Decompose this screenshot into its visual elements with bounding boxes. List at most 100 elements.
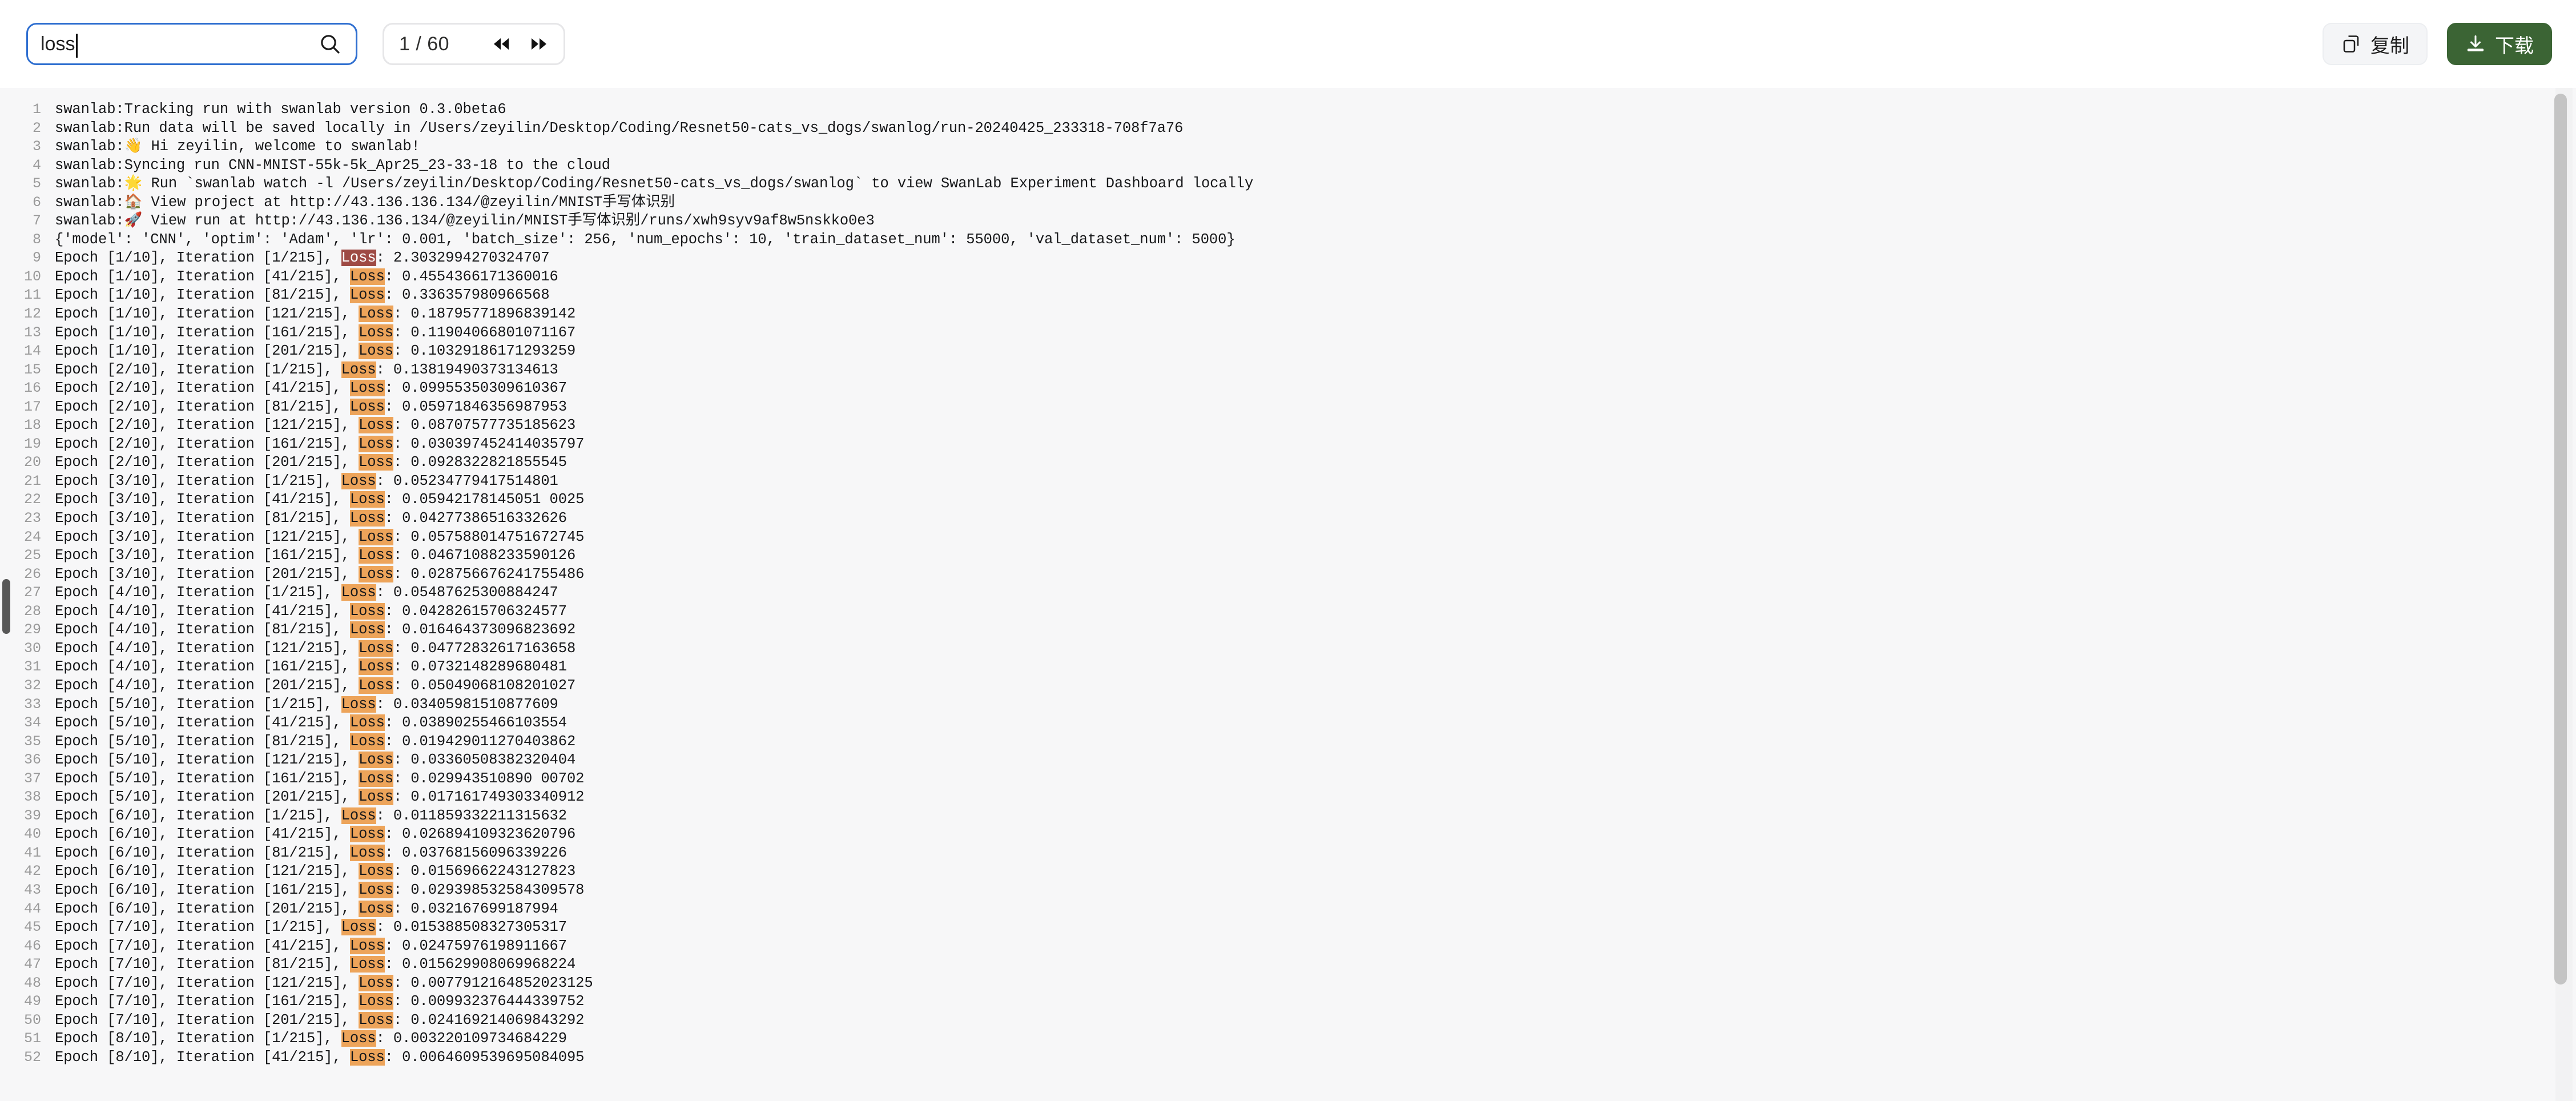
log-line-number: 15 xyxy=(23,361,41,378)
log-text: : 0.336357980966568 xyxy=(384,287,550,304)
log-text: Epoch [4/10], Iteration [161/215], xyxy=(55,658,359,676)
log-text: Epoch [4/10], Iteration [201/215], xyxy=(55,677,359,694)
log-line: 6 swanlab:🏠 View project at http://43.136… xyxy=(0,194,2552,212)
log-text: Epoch [1/10], Iteration [201/215], xyxy=(55,343,359,360)
log-line: 41 Epoch [6/10], Iteration [81/215], Loss… xyxy=(0,844,2552,863)
log-line-content: Epoch [7/10], Iteration [121/215], Loss:… xyxy=(55,974,593,993)
log-line-number: 40 xyxy=(23,826,41,843)
search-match: Loss xyxy=(349,826,385,843)
log-line: 32 Epoch [4/10], Iteration [201/215], Los… xyxy=(0,677,2552,696)
log-line-number: 41 xyxy=(23,844,41,861)
copy-icon xyxy=(2341,34,2361,54)
log-text: Epoch [7/10], Iteration [1/215], xyxy=(55,919,341,936)
log-line-content: Epoch [2/10], Iteration [121/215], Loss:… xyxy=(55,416,575,435)
log-line-content: swanlab:🚀 View run at http://43.136.136.… xyxy=(55,212,875,231)
log-line: 36 Epoch [5/10], Iteration [121/215], Los… xyxy=(0,751,2552,770)
log-line-number: 33 xyxy=(23,696,41,713)
search-match: Loss xyxy=(359,974,393,991)
log-line: 5 swanlab:🌟 Run `swanlab watch -l /Users/… xyxy=(0,175,2552,194)
log-line-number: 13 xyxy=(23,324,41,341)
log-line: 17 Epoch [2/10], Iteration [81/215], Loss… xyxy=(0,398,2552,417)
search-match: Loss xyxy=(341,584,376,601)
search-match: Loss xyxy=(349,621,385,638)
search-input[interactable] xyxy=(41,27,309,61)
search-match: Loss xyxy=(359,417,393,434)
log-text: Epoch [3/10], Iteration [1/215], xyxy=(55,472,341,489)
search-match: Loss xyxy=(359,752,393,769)
log-line: 39 Epoch [6/10], Iteration [1/215], Loss:… xyxy=(0,807,2552,826)
log-line-content: Epoch [1/10], Iteration [1/215], Loss: 2… xyxy=(55,249,550,268)
log-line-number: 18 xyxy=(23,417,41,434)
log-line-number: 50 xyxy=(23,1011,41,1028)
log-scrollbar-right-handle[interactable] xyxy=(2554,94,2567,985)
log-text: Epoch [6/10], Iteration [1/215], xyxy=(55,807,341,824)
log-text: : 0.015388508327305317 xyxy=(376,919,567,936)
log-text: : 0.05971846356987953 xyxy=(384,398,567,415)
log-line-number: 49 xyxy=(23,993,41,1010)
prev-match-button[interactable] xyxy=(492,34,512,54)
log-line-content: Epoch [7/10], Iteration [1/215], Loss: 0… xyxy=(55,918,567,937)
search-match: Loss xyxy=(349,844,385,861)
log-line: 30 Epoch [4/10], Iteration [121/215], Los… xyxy=(0,640,2552,658)
log-text: : 0.0064609539695084095 xyxy=(384,1048,585,1066)
search-match: Loss xyxy=(359,324,393,341)
log-line-content: Epoch [3/10], Iteration [121/215], Loss:… xyxy=(55,528,584,547)
log-text: Epoch [2/10], Iteration [1/215], xyxy=(55,361,341,378)
log-line-number: 5 xyxy=(32,175,41,192)
log-text: : 0.05942178145051 0025 xyxy=(384,491,585,508)
search-match: Loss xyxy=(359,993,393,1010)
log-text: Epoch [3/10], Iteration [121/215], xyxy=(55,528,359,545)
log-line-content: Epoch [7/10], Iteration [161/215], Loss:… xyxy=(55,992,584,1011)
log-text: : 0.04671088233590126 xyxy=(393,547,576,564)
log-text: Epoch [1/10], Iteration [161/215], xyxy=(55,324,359,341)
log-line-number: 34 xyxy=(23,714,41,732)
log-text: Epoch [1/10], Iteration [41/215], xyxy=(55,268,350,285)
search-box[interactable] xyxy=(26,23,357,65)
log-line-number: 38 xyxy=(23,789,41,806)
log-line: 45 Epoch [7/10], Iteration [1/215], Loss:… xyxy=(0,918,2552,937)
log-line-number: 36 xyxy=(23,752,41,769)
log-text: Epoch [6/10], Iteration [201/215], xyxy=(55,900,359,917)
log-line-number: 31 xyxy=(23,658,41,676)
search-match: Loss xyxy=(359,640,393,657)
log-text: {'model': 'CNN', 'optim': 'Adam', 'lr': … xyxy=(55,231,1235,248)
log-line-content: Epoch [7/10], Iteration [81/215], Loss: … xyxy=(55,955,575,974)
log-text: swanlab:🏠 View project at http://43.136.… xyxy=(55,194,675,211)
log-line: 23 Epoch [3/10], Iteration [81/215], Loss… xyxy=(0,509,2552,528)
search-match: Loss xyxy=(341,472,376,489)
log-line-content: Epoch [1/10], Iteration [121/215], Loss:… xyxy=(55,305,575,324)
download-button[interactable]: 下载 xyxy=(2447,23,2552,65)
log-text: : 0.01569662243127823 xyxy=(393,863,576,880)
copy-button[interactable]: 复制 xyxy=(2323,23,2428,65)
log-text: Epoch [5/10], Iteration [1/215], xyxy=(55,696,341,713)
log-text: swanlab:Syncing run CNN-MNIST-55k-5k_Apr… xyxy=(55,156,610,174)
text-cursor xyxy=(76,34,78,58)
log-line: 15 Epoch [2/10], Iteration [1/215], Loss:… xyxy=(0,361,2552,380)
log-line-content: {'model': 'CNN', 'optim': 'Adam', 'lr': … xyxy=(55,231,1235,250)
log-text: Epoch [2/10], Iteration [201/215], xyxy=(55,454,359,471)
log-line-content: Epoch [6/10], Iteration [1/215], Loss: 0… xyxy=(55,807,567,826)
log-text: : 0.029943510890 00702 xyxy=(393,770,585,787)
search-icon[interactable] xyxy=(318,32,342,56)
log-line: 4 swanlab:Syncing run CNN-MNIST-55k-5k_Ap… xyxy=(0,156,2552,175)
log-text: Epoch [5/10], Iteration [161/215], xyxy=(55,770,359,787)
log-line-content: Epoch [5/10], Iteration [41/215], Loss: … xyxy=(55,714,567,733)
log-line: 12 Epoch [1/10], Iteration [121/215], Los… xyxy=(0,305,2552,324)
log-line-content: swanlab:Run data will be saved locally i… xyxy=(55,119,1183,138)
log-text: swanlab:Tracking run with swanlab versio… xyxy=(55,101,506,118)
log-line-content: Epoch [1/10], Iteration [161/215], Loss:… xyxy=(55,324,575,343)
log-line-number: 26 xyxy=(23,565,41,582)
log-line: 20 Epoch [2/10], Iteration [201/215], Los… xyxy=(0,453,2552,472)
log-text: : 0.04772832617163658 xyxy=(393,640,576,657)
log-line-number: 16 xyxy=(23,380,41,397)
log-text: Epoch [3/10], Iteration [161/215], xyxy=(55,547,359,564)
next-match-button[interactable] xyxy=(528,34,549,54)
search-match: Loss xyxy=(349,956,385,973)
log-line: 3 swanlab:👋 Hi zeyilin, welcome to swanla… xyxy=(0,138,2552,156)
log-scrollbar-track[interactable] xyxy=(2554,88,2573,1101)
log-text: Epoch [6/10], Iteration [41/215], xyxy=(55,826,350,843)
log-text: Epoch [3/10], Iteration [201/215], xyxy=(55,565,359,582)
log-text: : 0.11904066801071167 xyxy=(393,324,576,341)
log-viewer[interactable]: 1 swanlab:Tracking run with swanlab versi… xyxy=(0,88,2576,1101)
log-text: swanlab:🌟 Run `swanlab watch -l /Users/z… xyxy=(55,175,1254,192)
